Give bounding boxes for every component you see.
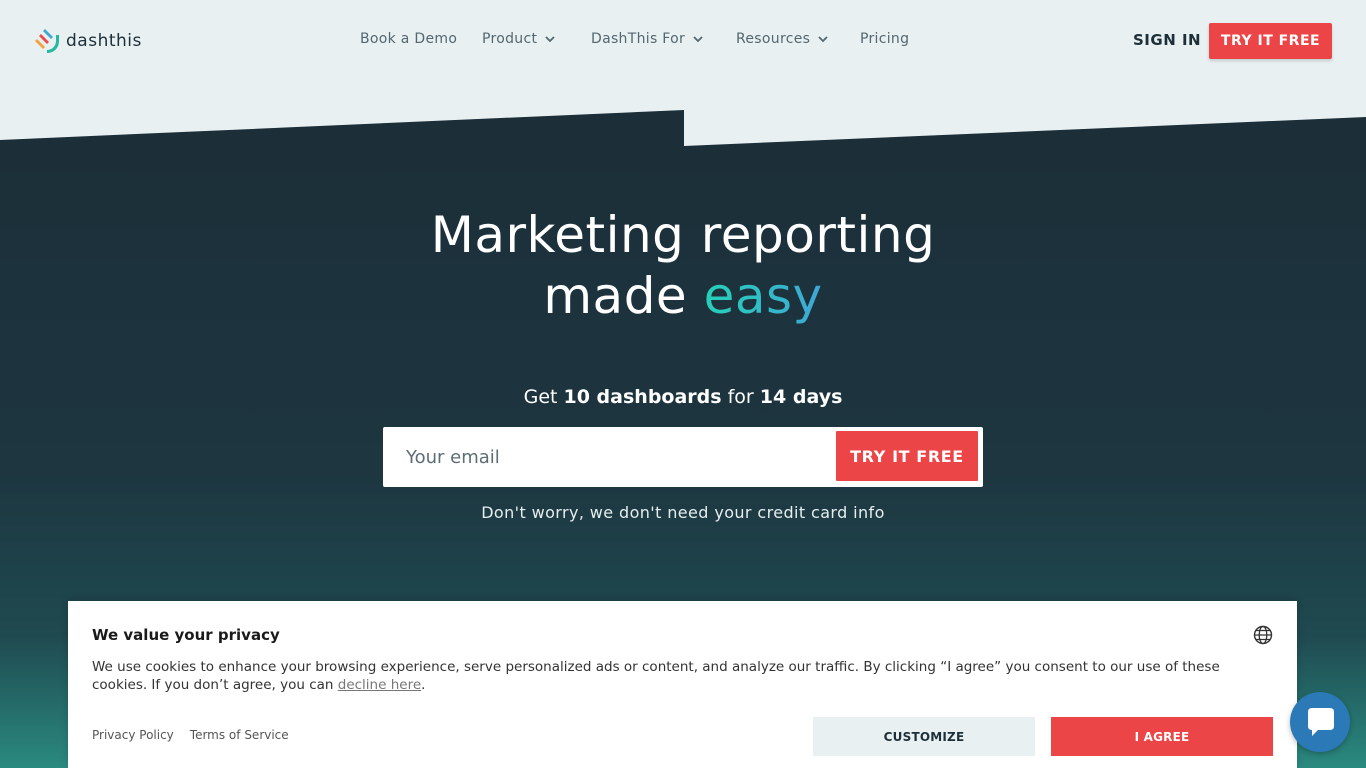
sign-in-link[interactable]: SIGN IN	[1133, 31, 1201, 49]
signup-form: TRY IT FREE	[383, 427, 983, 487]
offer-dashboards: 10 dashboards	[563, 386, 722, 408]
cookie-text: We use cookies to enhance your browsing …	[92, 658, 1262, 694]
nav-dashthis-for[interactable]: DashThis For	[591, 31, 703, 47]
cookie-text-end: .	[421, 677, 426, 693]
agree-button[interactable]: I AGREE	[1051, 717, 1273, 756]
globe-icon[interactable]	[1253, 625, 1273, 645]
policy-links: Privacy Policy Terms of Service	[92, 728, 289, 742]
site-header: dashthis Book a Demo Product DashThis Fo…	[0, 0, 1366, 82]
chevron-down-icon	[545, 35, 555, 42]
try-free-hero-button[interactable]: TRY IT FREE	[836, 431, 978, 481]
hero-title-line1: Marketing reporting	[430, 206, 936, 264]
offer-days: 14 days	[759, 386, 843, 408]
no-credit-card-note: Don't worry, we don't need your credit c…	[481, 503, 885, 522]
chevron-down-icon	[818, 35, 828, 42]
nav-item-label: Book a Demo	[360, 31, 458, 47]
terms-of-service-link[interactable]: Terms of Service	[190, 728, 289, 742]
chat-widget-button[interactable]	[1290, 692, 1350, 752]
cookie-title: We value your privacy	[92, 626, 280, 644]
nav-item-label: Product	[482, 31, 538, 47]
nav-item-label: Pricing	[860, 31, 910, 47]
hero-title: Marketing reporting made easy	[0, 205, 1366, 327]
nav-resources[interactable]: Resources	[736, 31, 828, 47]
nav-pricing[interactable]: Pricing	[860, 31, 909, 47]
privacy-policy-link[interactable]: Privacy Policy	[92, 728, 174, 742]
cookie-text-body: We use cookies to enhance your browsing …	[92, 659, 1220, 693]
email-input[interactable]	[383, 427, 833, 487]
try-free-header-button[interactable]: TRY IT FREE	[1209, 23, 1332, 59]
nav-product[interactable]: Product	[482, 31, 555, 47]
nav-item-label: DashThis For	[591, 31, 686, 47]
offer-pre: Get	[523, 386, 564, 408]
hero-offer: Get 10 dashboards for 14 days	[0, 386, 1366, 408]
offer-mid: for	[721, 386, 760, 408]
hero-title-line2-pre: made	[543, 267, 704, 325]
cookie-banner: We value your privacy We use cookies to …	[68, 601, 1297, 768]
chevron-down-icon	[693, 35, 703, 42]
hero-title-accent: easy	[703, 267, 823, 325]
customize-button[interactable]: CUSTOMIZE	[813, 717, 1035, 756]
decline-link[interactable]: decline here	[338, 677, 421, 693]
chat-bubble-icon	[1308, 708, 1334, 736]
nav-book-demo[interactable]: Book a Demo	[360, 31, 457, 47]
nav-item-label: Resources	[736, 31, 811, 47]
